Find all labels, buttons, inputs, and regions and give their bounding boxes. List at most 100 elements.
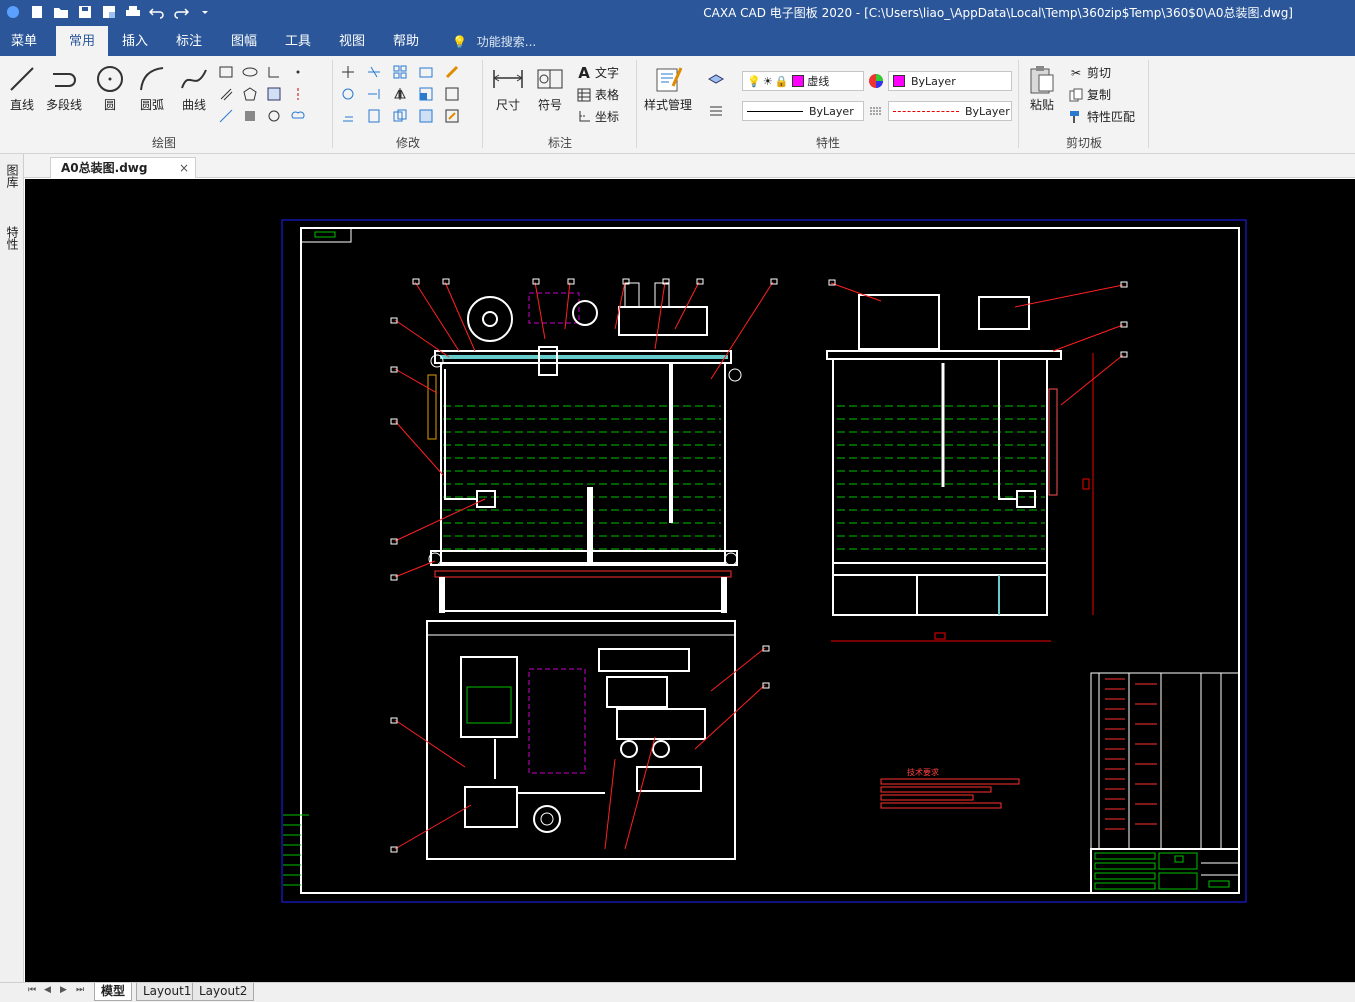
last-layout-icon[interactable]: ⏭ [76, 985, 84, 995]
quick-access-toolbar [4, 3, 214, 21]
fillet-icon[interactable] [444, 86, 460, 102]
drawing-svg: 技术要求 [281, 219, 1247, 903]
array-icon[interactable] [392, 64, 408, 80]
extend-icon[interactable] [366, 86, 382, 102]
new-file-icon[interactable] [28, 3, 46, 21]
color-wheel-icon[interactable] [868, 73, 884, 89]
break-icon[interactable] [366, 108, 382, 124]
layout-tab-layout2[interactable]: Layout2 [192, 983, 255, 1001]
mirror-icon[interactable] [392, 86, 408, 102]
line-button[interactable]: 直线 [6, 62, 38, 113]
undo-icon[interactable] [148, 3, 166, 21]
cut-button[interactable]: ✂ 剪切 [1068, 64, 1111, 81]
polyline-button[interactable]: 多段线 [46, 62, 82, 113]
tab-tools[interactable]: 工具 [276, 26, 320, 56]
cloud-line-icon[interactable] [290, 108, 306, 124]
boundary-icon[interactable] [266, 108, 282, 124]
parallel-line-icon[interactable] [218, 86, 234, 102]
style-manager-button[interactable]: 样式管理 [644, 62, 692, 113]
window-title: CAXA CAD 电子图板 2020 - [C:\Users\liao_\App… [703, 6, 1293, 20]
layer-select[interactable]: 💡 ☀ 🔒 虚线 [742, 71, 864, 91]
library-panel-tab[interactable]: 图库 [4, 164, 21, 188]
polyline-icon [48, 62, 80, 96]
feature-search[interactable]: 💡 功能搜索... [452, 26, 536, 56]
align-icon[interactable] [418, 108, 434, 124]
lineweight-select[interactable]: ByLayer [888, 101, 1012, 121]
polygon-icon[interactable] [242, 86, 258, 102]
construction-line-icon[interactable] [218, 108, 234, 124]
tab-annotate[interactable]: 标注 [168, 26, 210, 56]
offset-icon[interactable] [340, 108, 356, 124]
arc-button[interactable]: 圆弧 [136, 62, 168, 113]
rotate-icon[interactable] [340, 86, 356, 102]
tab-sheet[interactable]: 图幅 [222, 26, 266, 56]
tab-help[interactable]: 帮助 [384, 26, 428, 56]
style-manager-label: 样式管理 [644, 98, 693, 112]
coordinate-button[interactable]: 坐标 [576, 108, 619, 125]
angle-line-icon[interactable] [266, 64, 282, 80]
paste-button[interactable]: 粘贴 [1026, 62, 1058, 113]
spline-button[interactable]: 曲线 [178, 62, 210, 113]
point-icon[interactable] [290, 64, 306, 80]
tab-view[interactable]: 视图 [330, 26, 374, 56]
open-file-icon[interactable] [52, 3, 70, 21]
group-separator [1148, 60, 1149, 148]
copy-entity-icon[interactable] [392, 108, 408, 124]
symbol-button[interactable]: 符号 [534, 62, 566, 113]
text-button[interactable]: A 文字 [576, 64, 619, 82]
app-logo-icon[interactable] [4, 3, 22, 21]
properties-panel-tab[interactable]: 特性 [4, 226, 21, 250]
linetype-scale-icon[interactable] [868, 103, 884, 119]
rectangle-icon[interactable] [218, 64, 234, 80]
save-icon[interactable] [76, 3, 94, 21]
copy-icon [1068, 87, 1084, 103]
next-layout-icon[interactable]: ▶ [60, 985, 67, 995]
layer-manager-icon[interactable] [708, 70, 724, 86]
group-separator [636, 60, 637, 148]
layout-tab-layout1[interactable]: Layout1 [136, 983, 199, 1001]
scale-icon[interactable] [418, 86, 434, 102]
paste-label: 粘贴 [1029, 98, 1054, 112]
move-icon[interactable] [340, 64, 356, 80]
group-separator [482, 60, 483, 148]
copy-button[interactable]: 复制 [1068, 86, 1111, 103]
centerline-icon[interactable] [290, 86, 306, 102]
prev-layout-icon[interactable]: ◀ [44, 985, 51, 995]
layout-tab-model[interactable]: 模型 [94, 983, 133, 1001]
ellipse-icon[interactable] [242, 64, 258, 80]
trim-icon[interactable] [366, 64, 382, 80]
redo-icon[interactable] [172, 3, 190, 21]
close-tab-icon[interactable]: × [179, 158, 189, 178]
tab-insert[interactable]: 插入 [114, 26, 156, 56]
drawing-canvas[interactable]: 技术要求 [25, 179, 1355, 982]
explode-icon[interactable] [444, 64, 460, 80]
properties-group-label: 特性 [815, 136, 840, 150]
menu-main[interactable]: 菜单 [4, 26, 44, 56]
linetype-select[interactable]: ByLayer [742, 101, 864, 121]
arc-label: 圆弧 [139, 98, 164, 112]
layer-value: 虚线 [807, 75, 830, 88]
region-icon[interactable] [242, 108, 258, 124]
document-tab[interactable]: A0总装图.dwg × [50, 157, 196, 178]
match-properties-button[interactable]: 特性匹配 [1068, 108, 1135, 125]
clipboard-group-label: 剪切板 [1065, 136, 1102, 150]
paste-icon [1026, 62, 1058, 96]
first-layout-icon[interactable]: ⏮ [28, 985, 36, 995]
edit-icon[interactable] [444, 108, 460, 124]
tab-common[interactable]: 常用 [56, 26, 108, 56]
bom-table [1090, 672, 1240, 894]
save-as-icon[interactable] [100, 3, 118, 21]
customize-qat-icon[interactable] [196, 3, 214, 21]
color-select[interactable]: ByLayer [888, 71, 1012, 91]
circle-button[interactable]: 圆 [94, 62, 126, 113]
sun-icon: ☀ [762, 74, 773, 88]
dimension-button[interactable]: 尺寸 [492, 62, 524, 113]
stretch-icon[interactable] [418, 64, 434, 80]
lineweight-icon[interactable] [708, 102, 724, 118]
arc-icon [136, 62, 168, 96]
hatch-icon[interactable] [266, 86, 282, 102]
color-swatch [893, 75, 905, 87]
print-icon[interactable] [124, 3, 142, 21]
draw-small-row-1 [218, 64, 306, 80]
table-button[interactable]: 表格 [576, 86, 619, 103]
